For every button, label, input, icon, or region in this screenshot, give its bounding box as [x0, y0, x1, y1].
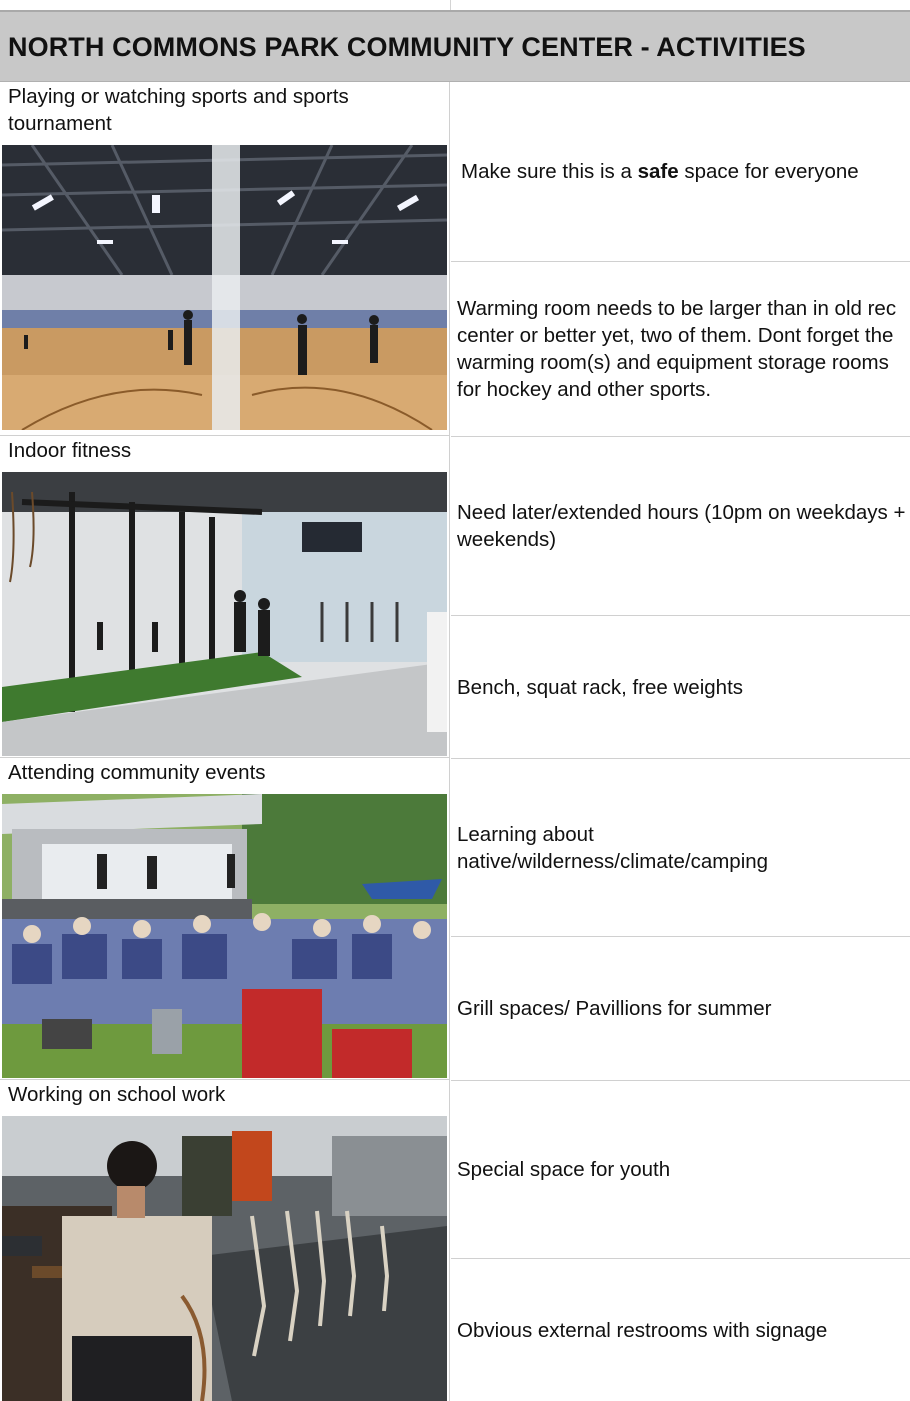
- activity-label: Working on school work: [8, 1083, 226, 1106]
- comment-cell: Need later/extended hours (10pm on weekd…: [451, 437, 910, 616]
- comment-text: Bench, squat rack, free weights: [457, 675, 744, 699]
- activity-label: Attending community events: [8, 761, 266, 784]
- comment-cell: Make sure this is a safe space for every…: [451, 82, 910, 262]
- comment-text: Grill spaces/ Pavillions for summer: [457, 997, 772, 1020]
- page-title: NORTH COMMONS PARK COMMUNITY CENTER - AC…: [8, 32, 806, 62]
- comment-cell: Bench, squat rack, free weights: [451, 616, 910, 759]
- comment-cell: Warming room needs to be larger than in …: [451, 262, 910, 437]
- activity-cell-fitness: Indoor fitness: [0, 436, 450, 758]
- comment-cell: Learning about native/wilderness/climate…: [451, 759, 910, 937]
- comment-text: Special space for youth: [457, 1158, 671, 1181]
- title-banner: NORTH COMMONS PARK COMMUNITY CENTER - AC…: [0, 10, 910, 82]
- activity-cell-events: Attending community events: [0, 758, 450, 1080]
- activity-label: Playing or watching sports and sports to…: [8, 85, 349, 135]
- comment-text: Need later/extended hours (10pm on weekd…: [457, 501, 906, 551]
- activity-label: Indoor fitness: [8, 439, 132, 462]
- top-strip: [0, 0, 910, 10]
- fitness-gym-photo: [2, 472, 447, 756]
- comment-text: Warming room needs to be larger than in …: [457, 297, 897, 401]
- comment-text: Make sure this is a safe space for every…: [461, 160, 859, 183]
- study-hall-photo: [2, 1116, 447, 1401]
- outdoor-concert-photo: [2, 794, 447, 1078]
- emphasis-word: safe: [637, 160, 679, 183]
- comment-text: Learning about native/wilderness/climate…: [457, 822, 769, 873]
- comment-cell: Special space for youth: [451, 1081, 910, 1259]
- gym-court-photo: [2, 145, 447, 430]
- activity-cell-sports: Playing or watching sports and sports to…: [0, 82, 450, 436]
- comment-cell: Obvious external restrooms with signage: [451, 1259, 910, 1401]
- comment-cell: Grill spaces/ Pavillions for summer: [451, 937, 910, 1081]
- comment-text: Obvious external restrooms with signage: [457, 1318, 828, 1342]
- activities-sheet: NORTH COMMONS PARK COMMUNITY CENTER - AC…: [0, 0, 910, 1401]
- activity-cell-schoolwork: Working on school work: [0, 1080, 450, 1401]
